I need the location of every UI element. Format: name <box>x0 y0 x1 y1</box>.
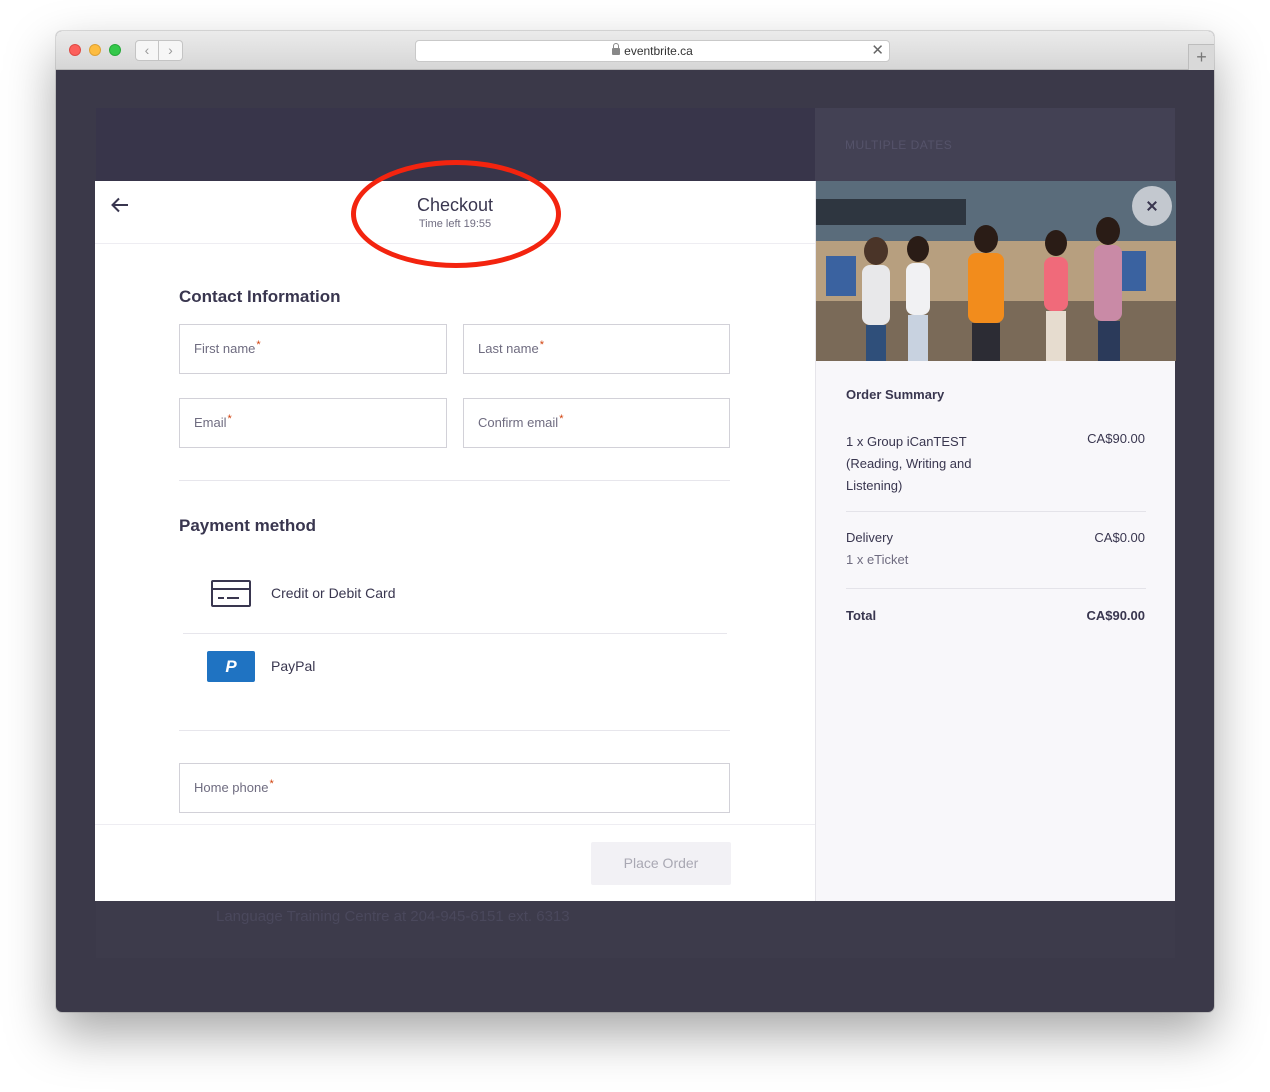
event-image <box>816 181 1176 361</box>
browser-back-button[interactable]: ‹ <box>135 40 159 61</box>
close-modal-button[interactable] <box>1132 186 1172 226</box>
address-bar[interactable]: eventbrite.ca ✕ <box>415 40 890 62</box>
place-order-button[interactable]: Place Order <box>591 842 731 885</box>
browser-forward-button[interactable]: › <box>159 40 183 61</box>
payment-option-label: PayPal <box>271 658 316 674</box>
confirm-email-field[interactable]: Confirm email* <box>463 398 730 448</box>
order-item-price: CA$90.00 <box>1087 431 1145 446</box>
checkout-modal: Checkout Time left 19:55 Contact Informa… <box>95 160 1176 901</box>
browser-window: ‹ › eventbrite.ca ✕ + MULTIPLE DATES Lan… <box>56 31 1214 1012</box>
payment-option-card[interactable]: Credit or Debit Card <box>183 558 727 630</box>
address-bar-url: eventbrite.ca <box>624 44 693 58</box>
order-summary-panel: Order Summary 1 x Group iCanTEST (Readin… <box>815 181 1176 901</box>
order-item-name: 1 x Group iCanTEST (Reading, Writing and… <box>846 434 972 493</box>
summary-divider <box>846 511 1146 512</box>
home-phone-label: Home phone <box>194 780 269 795</box>
checkout-footer: Place Order <box>95 824 815 901</box>
checkout-header: Checkout Time left 19:55 <box>95 160 815 268</box>
contact-info-heading: Contact Information <box>179 287 341 306</box>
required-mark: * <box>256 339 261 351</box>
confirm-email-label: Confirm email <box>478 415 559 430</box>
payment-option-label: Credit or Debit Card <box>271 585 396 601</box>
required-mark: * <box>539 339 544 351</box>
checkout-form-panel: Checkout Time left 19:55 Contact Informa… <box>95 160 815 901</box>
background-footer-text: Language Training Centre at 204-945-6151… <box>216 908 570 925</box>
delivery-label: Delivery <box>846 530 893 545</box>
total-price: CA$90.00 <box>1086 608 1145 623</box>
last-name-field[interactable]: Last name* <box>463 324 730 374</box>
required-mark: * <box>227 413 232 425</box>
title-bar: ‹ › eventbrite.ca ✕ + <box>56 31 1214 70</box>
first-name-field[interactable]: First name* <box>179 324 447 374</box>
section-divider <box>179 730 730 731</box>
paypal-icon: P <box>207 651 255 682</box>
order-summary-heading: Order Summary <box>846 387 945 402</box>
email-label: Email <box>194 415 227 430</box>
payment-method-heading: Payment method <box>179 516 316 535</box>
first-name-label: First name <box>194 341 256 356</box>
delivery-method: 1 x eTicket <box>846 552 909 567</box>
minimize-window-button[interactable] <box>89 44 101 56</box>
required-mark: * <box>559 413 564 425</box>
background-dates-label: MULTIPLE DATES <box>845 138 953 152</box>
annotation-ring <box>351 160 561 268</box>
lock-icon <box>612 43 621 55</box>
back-arrow-icon[interactable] <box>109 194 131 216</box>
home-phone-field[interactable]: Home phone* <box>179 763 730 813</box>
credit-card-icon <box>211 580 251 607</box>
summary-divider <box>846 588 1146 589</box>
total-label: Total <box>846 608 877 623</box>
last-name-label: Last name <box>478 341 539 356</box>
zoom-window-button[interactable] <box>109 44 121 56</box>
required-mark: * <box>269 778 274 790</box>
email-field[interactable]: Email* <box>179 398 447 448</box>
payment-option-paypal[interactable]: P PayPal <box>183 631 727 703</box>
section-divider <box>179 480 730 481</box>
clear-url-icon[interactable]: ✕ <box>871 41 884 61</box>
delivery-price: CA$0.00 <box>1094 530 1145 545</box>
event-photo <box>816 181 1176 361</box>
close-window-button[interactable] <box>69 44 81 56</box>
new-tab-button[interactable]: + <box>1188 44 1214 70</box>
